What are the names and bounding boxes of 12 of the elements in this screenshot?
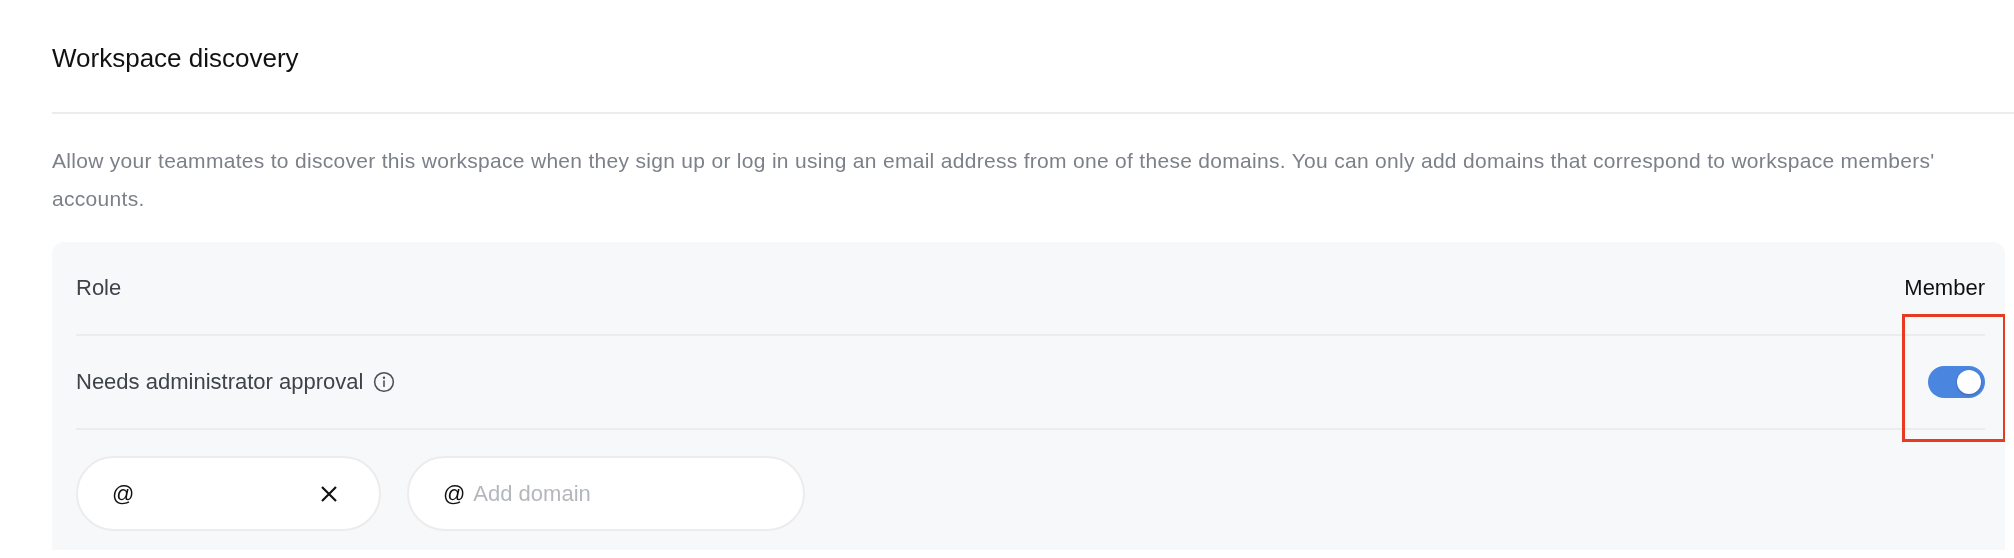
setting-label: Role xyxy=(76,275,122,301)
at-sign: @ xyxy=(443,480,466,507)
close-icon[interactable] xyxy=(319,483,339,504)
info-icon[interactable] xyxy=(373,371,396,393)
setting-label: Needs administrator approval xyxy=(76,369,364,395)
setting-value: Member xyxy=(1904,275,1985,301)
section-title: Workspace discovery xyxy=(52,42,300,75)
domain-field[interactable]: @ Add domain xyxy=(407,456,805,531)
toggle-switch[interactable] xyxy=(1928,366,1985,398)
section-description: Allow your teammates to discover this workspace when they sign up or log in using an email address from one of these domains. You can only add domains that correspond to workspace members' accounts. xyxy=(52,148,1936,212)
domain-input[interactable]: Add domain xyxy=(473,480,763,507)
at-sign: @ xyxy=(112,480,135,507)
